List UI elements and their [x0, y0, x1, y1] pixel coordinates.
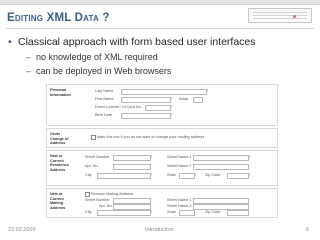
required-icon: ! — [249, 172, 251, 177]
mail-zip-label: Zip Code — [205, 210, 221, 214]
required-icon: ! — [249, 154, 251, 159]
mail-state-label: State — [167, 210, 176, 214]
required-icon: ! — [195, 172, 197, 177]
state-input[interactable] — [179, 173, 195, 179]
change-address-note: Mark this box if you do not want to chan… — [97, 135, 205, 139]
bullet-item: • Classical approach with form based user… — [8, 36, 308, 48]
license-input[interactable] — [145, 105, 171, 111]
footer-date: 23.02.2009 — [8, 227, 36, 233]
slide-top-bar — [0, 0, 320, 5]
apt-no-input[interactable] — [113, 164, 151, 170]
street-number-input[interactable] — [113, 155, 151, 161]
required-icon: ! — [151, 172, 153, 177]
required-icon: ! — [151, 154, 153, 159]
initial-input[interactable] — [193, 97, 203, 103]
panel-title: New or Current Mailing Address — [50, 192, 66, 210]
street-name2-input[interactable] — [193, 164, 249, 170]
street-number-label: Street Number — [85, 155, 110, 159]
toolbar-lines — [253, 12, 307, 13]
mail-street-name1-label: Street Name 1 — [167, 198, 192, 202]
toolbar-dot — [293, 15, 296, 18]
mail-apt-no-label: Apt. No. — [99, 204, 113, 208]
zip-input[interactable] — [227, 173, 249, 179]
dash-icon: – — [26, 52, 32, 62]
first-name-label: First Name — [95, 97, 114, 101]
dash-icon: – — [26, 66, 32, 76]
slide-title: Editing XML Data ? — [7, 8, 247, 26]
mailing-address-panel: New or Current Mailing Address Remove Ma… — [46, 188, 278, 218]
form-image: Personal Information Last Name ! First N… — [46, 84, 278, 218]
mail-state-input[interactable] — [179, 210, 195, 216]
street-name1-input[interactable] — [193, 155, 249, 161]
required-icon: ! — [207, 88, 209, 93]
panel-title: Order Change of Address — [50, 132, 69, 146]
apt-no-label: Apt. No. — [85, 164, 99, 168]
change-address-panel: Order Change of Address Mark this box if… — [46, 128, 278, 148]
birth-date-input[interactable] — [121, 113, 171, 119]
city-input[interactable] — [97, 173, 151, 179]
subbullet-item: – can be deployed in Web browsers — [26, 64, 308, 78]
mail-zip-input[interactable] — [227, 210, 249, 216]
subbullet-item: – no knowledge of XML required — [26, 50, 308, 64]
required-icon: ! — [171, 96, 173, 101]
bullet-text: Classical approach with form based user … — [18, 36, 256, 48]
subbullet-text: can be deployed in Web browsers — [36, 66, 172, 76]
last-name-input[interactable] — [121, 89, 207, 95]
panel-title: Personal Information — [50, 88, 71, 97]
personal-info-panel: Personal Information Last Name ! First N… — [46, 84, 278, 126]
state-label: State — [167, 173, 176, 177]
last-name-label: Last Name — [95, 89, 114, 93]
bullet-list: • Classical approach with form based user… — [8, 36, 308, 78]
city-label: City — [85, 173, 92, 177]
title-rule — [6, 28, 314, 29]
panel-title: New or Current Residence Address — [50, 154, 69, 172]
mail-street-number-label: Street Number — [85, 198, 110, 202]
street-name1-label: Street Name 1 — [167, 155, 192, 159]
subbullet-text: no knowledge of XML required — [36, 52, 158, 62]
slide-footer: 23.02.2009 Introduction 6 — [0, 225, 320, 240]
slide-title-text: Editing XML Data ? — [7, 12, 110, 24]
initial-label: Initial — [179, 97, 188, 101]
first-name-input[interactable] — [121, 97, 171, 103]
bullet-icon: • — [8, 36, 12, 48]
zip-label: Zip Code — [205, 173, 221, 177]
street-name2-label: Street Name 2 — [167, 164, 192, 168]
mini-toolbar-graphic — [248, 8, 312, 23]
required-icon: ! — [151, 209, 153, 214]
residence-address-panel: New or Current Residence Address Street … — [46, 150, 278, 186]
remove-mailing-label: Remove Mailing Address — [91, 192, 133, 196]
change-address-checkbox[interactable] — [91, 135, 96, 140]
remove-mailing-checkbox[interactable] — [85, 192, 90, 197]
required-icon: ! — [171, 112, 173, 117]
mail-city-label: City — [85, 210, 92, 214]
license-label: Driver License / Id Card No. — [95, 105, 142, 109]
footer-section: Introduction — [145, 227, 174, 233]
required-icon: ! — [171, 104, 173, 109]
mail-city-input[interactable] — [97, 210, 151, 216]
mail-street-name2-label: Street Name 2 — [167, 204, 192, 208]
birth-date-label: Birth Date — [95, 113, 112, 117]
footer-page-number: 6 — [306, 227, 310, 233]
